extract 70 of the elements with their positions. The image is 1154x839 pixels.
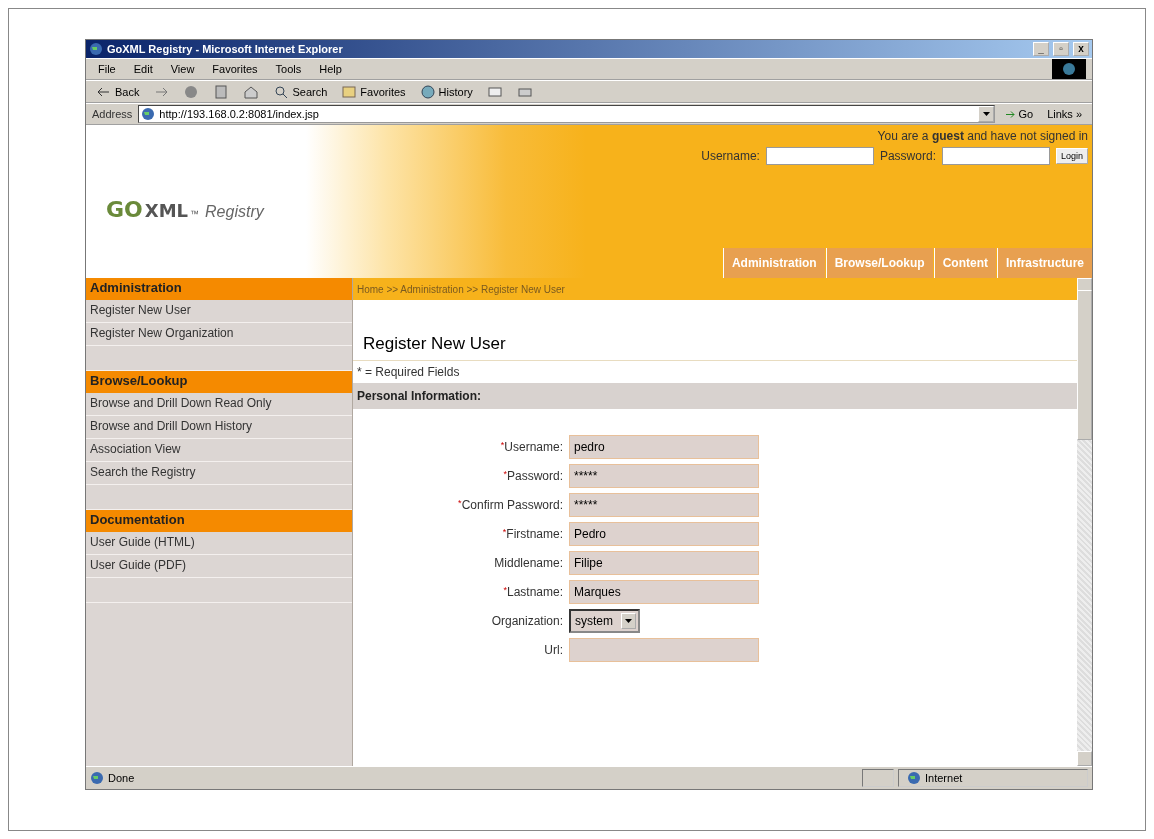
field-label: Url: <box>543 643 563 657</box>
field-label: Organization: <box>490 614 563 628</box>
sidebar-link[interactable]: Register New User <box>86 300 352 323</box>
caret-icon <box>982 112 990 116</box>
window-control-button[interactable]: ▫ <box>1053 42 1069 56</box>
favorites-button[interactable]: Favorites <box>337 81 410 102</box>
address-label: Address <box>92 108 133 120</box>
field-label: Middlename: <box>493 556 563 570</box>
sidebar-heading: Browse/Lookup <box>86 371 352 393</box>
logo: GOXML™ Registry <box>105 196 266 224</box>
window-control-button[interactable]: x <box>1073 42 1089 56</box>
menu-item[interactable]: File <box>92 63 122 75</box>
text-field[interactable]: pedro <box>569 435 759 459</box>
address-field[interactable]: http://193.168.0.2:8081/index.jsp <box>138 105 996 123</box>
text-field[interactable] <box>569 638 759 662</box>
menu-item[interactable]: Favorites <box>206 63 264 75</box>
links-button[interactable]: Links » <box>1043 106 1086 122</box>
page-icon <box>141 107 156 121</box>
window-control-button[interactable]: _ <box>1033 42 1049 56</box>
login-status-text: You are a guest and have not signed in <box>877 129 1088 143</box>
username-label: Username: <box>701 149 760 163</box>
field-label: *Password: <box>502 469 563 483</box>
page-heading: Register New User <box>353 300 1077 361</box>
sidebar-link[interactable]: Search the Registry <box>86 462 352 485</box>
text-field[interactable]: Marques <box>569 580 759 604</box>
caret-icon <box>625 619 632 623</box>
menu-item[interactable]: Tools <box>269 63 308 75</box>
text-field[interactable]: Filipe <box>569 551 759 575</box>
login-button[interactable]: Login <box>1055 148 1088 164</box>
dropdown-button[interactable] <box>978 106 995 122</box>
field-label: *Firstname: <box>501 527 563 541</box>
sidebar-link[interactable]: Association View <box>86 439 352 462</box>
section-heading: Personal Information: <box>353 383 1077 409</box>
text-field[interactable]: ***** <box>569 464 759 488</box>
throbber-icon <box>1052 59 1086 79</box>
field-label: *Confirm Password: <box>457 498 563 512</box>
sidebar-link[interactable]: Register New Organization <box>86 323 352 346</box>
back-button[interactable]: Back <box>92 81 144 102</box>
menu-item[interactable]: Edit <box>127 63 159 75</box>
menu-item[interactable]: Help <box>313 63 348 75</box>
field-label: *Lastname: <box>502 585 563 599</box>
menu-item[interactable]: View <box>164 63 201 75</box>
scrollbar[interactable] <box>1077 278 1092 766</box>
sidebar-link[interactable]: User Guide (HTML) <box>86 532 352 555</box>
status-pane <box>862 769 894 787</box>
breadcrumb: Home >> Administration >> Register New User <box>353 278 1077 300</box>
username-field[interactable] <box>765 147 874 165</box>
password-field[interactable] <box>941 147 1050 165</box>
text-field[interactable]: ***** <box>569 493 759 517</box>
search-icon <box>273 83 290 100</box>
page-icon <box>90 771 104 785</box>
status-text: Done <box>108 772 136 784</box>
sidebar-link[interactable]: Browse and Drill Down Read Only <box>86 393 352 416</box>
required-note: * = Required Fields <box>356 364 461 381</box>
organization-select[interactable]: system <box>569 609 640 633</box>
arrow-icon <box>1005 110 1016 118</box>
page-icon <box>89 42 103 56</box>
globe-icon <box>907 771 921 785</box>
search-button[interactable]: Search <box>269 81 332 102</box>
sidebar-link[interactable]: Browse and Drill Down History <box>86 416 352 439</box>
window-title: GoXML Registry - Microsoft Internet Explorer <box>107 43 344 55</box>
sidebar-heading: Documentation <box>86 510 352 532</box>
sidebar-heading: Administration <box>86 278 352 300</box>
sidebar-link[interactable]: User Guide (PDF) <box>86 555 352 578</box>
field-label: *Username: <box>499 440 563 454</box>
text-field[interactable]: Pedro <box>569 522 759 546</box>
go-button[interactable]: Go <box>1001 106 1038 122</box>
zone-text: Internet <box>925 772 963 784</box>
history-button[interactable]: History <box>415 81 477 102</box>
password-label: Password: <box>879 149 936 163</box>
